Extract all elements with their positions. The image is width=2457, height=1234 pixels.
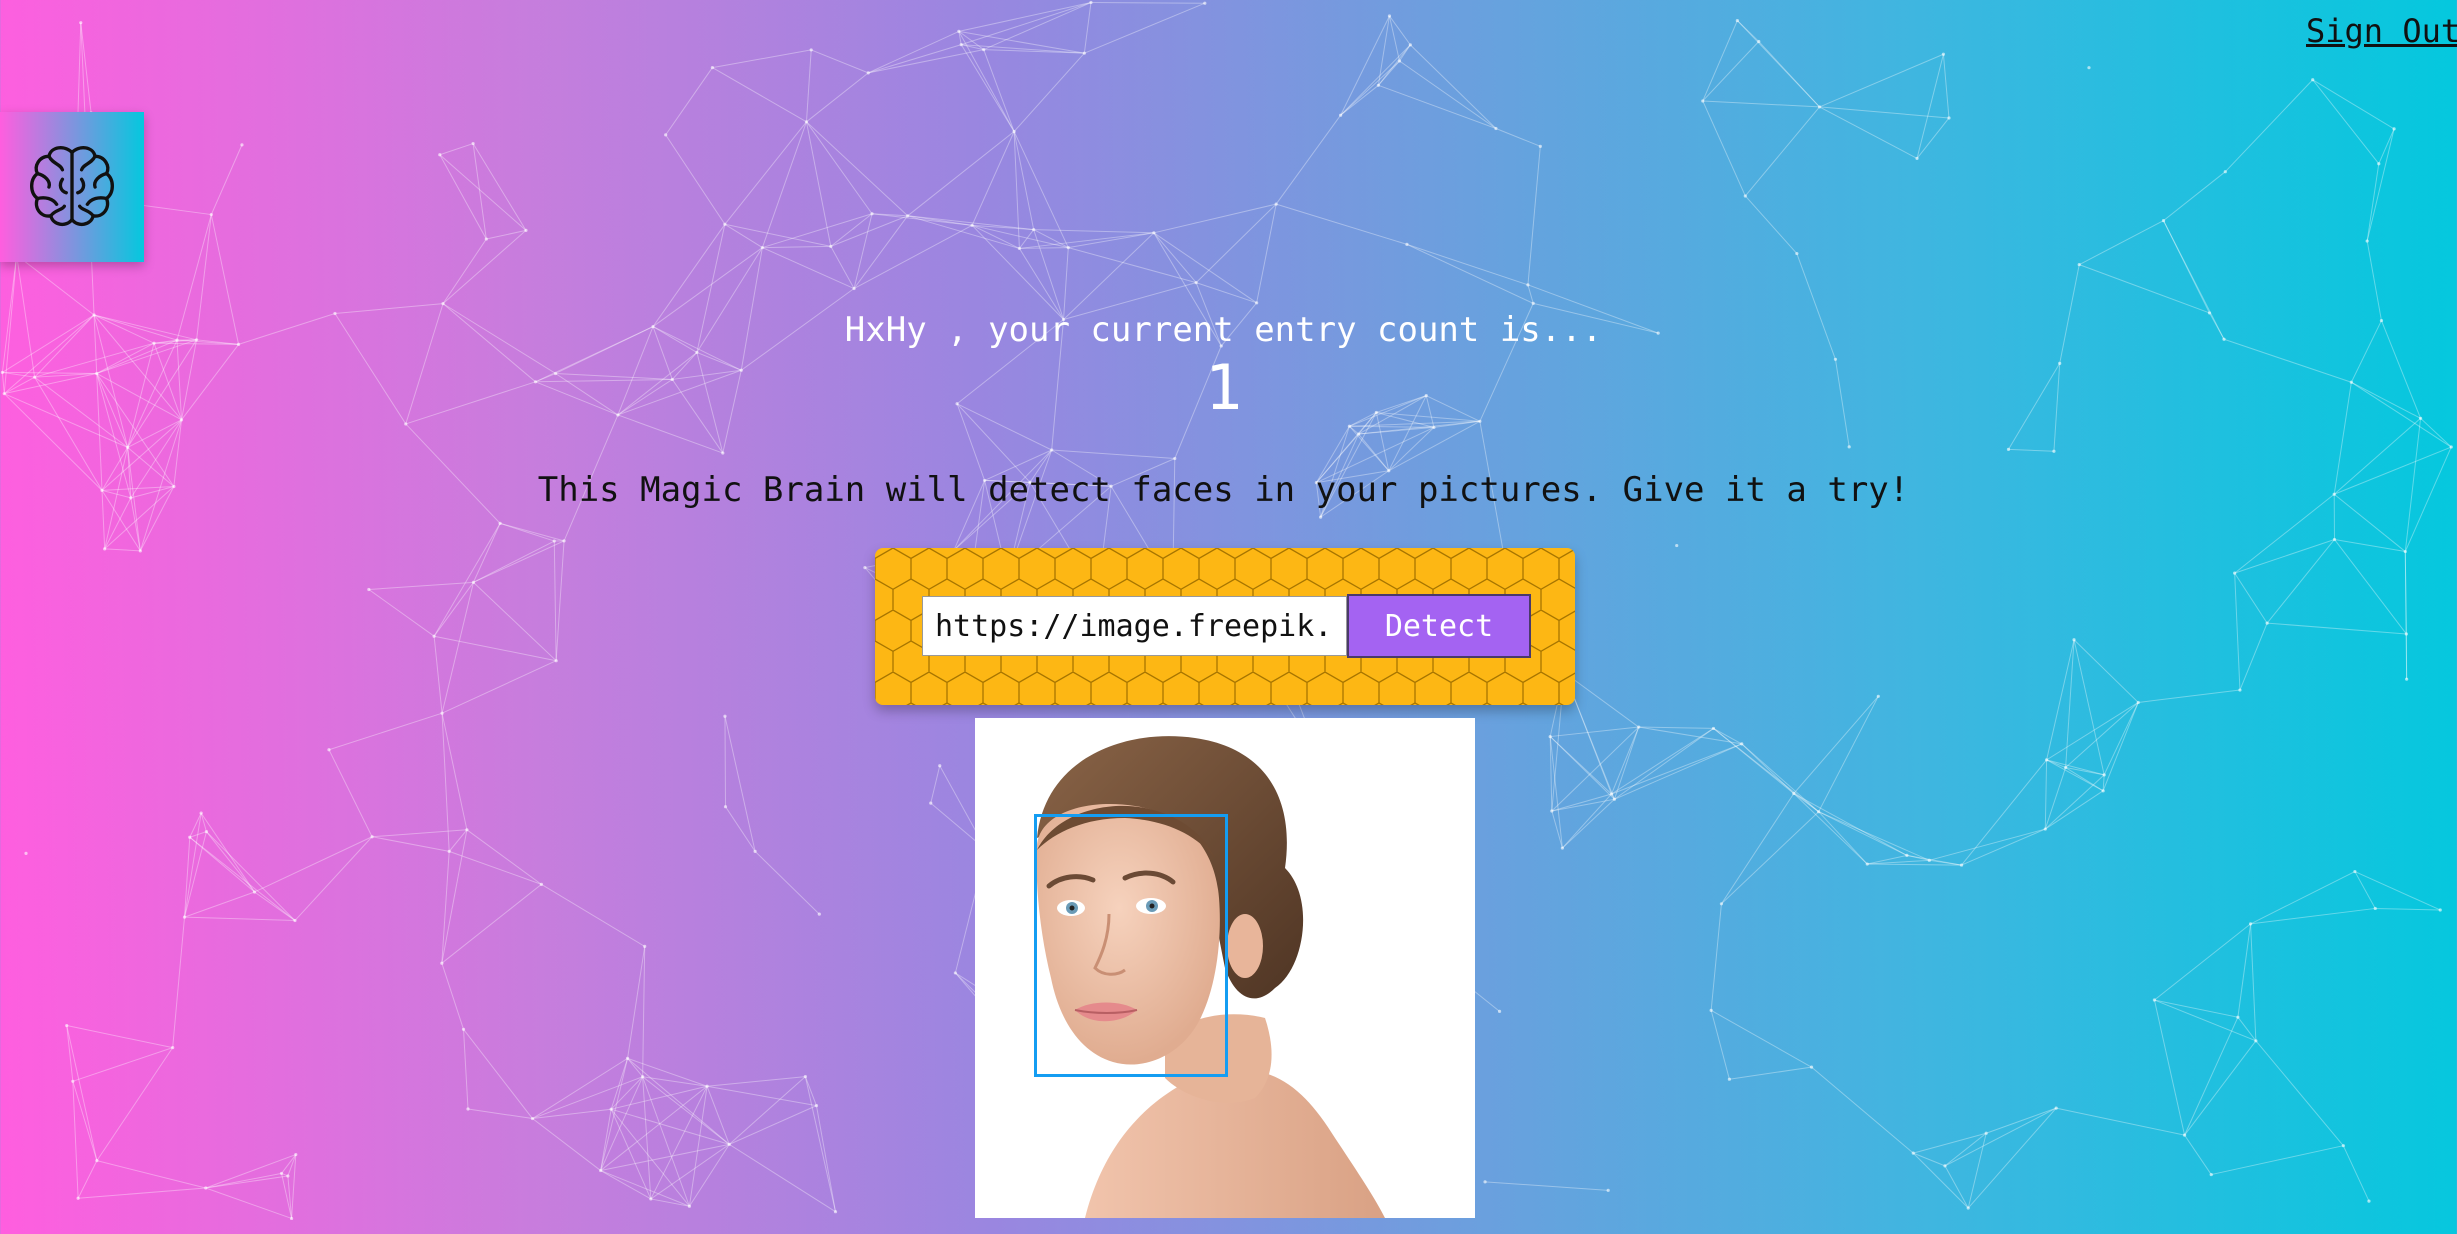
brain-icon — [30, 146, 114, 227]
image-url-input[interactable] — [922, 596, 1347, 656]
tagline: This Magic Brain will detect faces in yo… — [537, 470, 1910, 510]
face-recognition-image — [975, 718, 1475, 1218]
logo — [0, 112, 144, 262]
entry-count: 1 — [1204, 351, 1243, 424]
detect-button[interactable]: Detect — [1347, 594, 1531, 658]
greeting-text: HxHy , your current entry count is... — [844, 310, 1603, 350]
image-link-form: Detect — [875, 548, 1575, 705]
face-bounding-box — [1034, 814, 1228, 1077]
sign-out-link[interactable]: Sign Out — [2306, 12, 2457, 50]
